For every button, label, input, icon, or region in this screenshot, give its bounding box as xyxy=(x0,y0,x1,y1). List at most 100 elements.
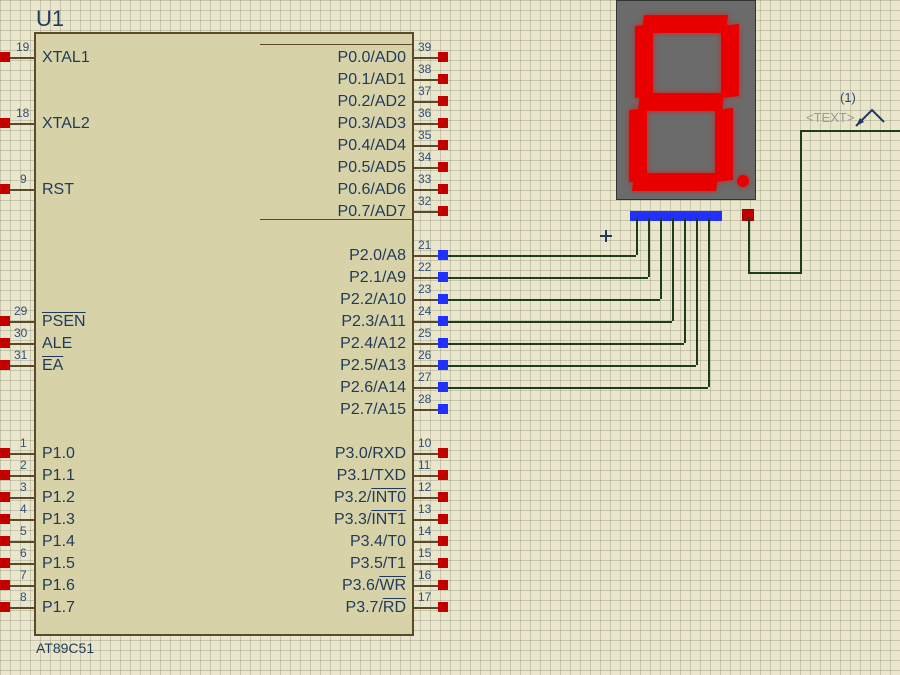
pin-label: P1.0 xyxy=(42,446,75,462)
pin-label: P0.2/AD2 xyxy=(246,94,406,110)
pin-label: P1.1 xyxy=(42,468,75,484)
wire xyxy=(448,343,684,345)
pin-num: 22 xyxy=(418,260,431,274)
pin-pad[interactable] xyxy=(438,448,448,458)
pin-label: P1.4 xyxy=(42,534,75,550)
pin-pad[interactable] xyxy=(0,580,10,590)
pin-pad[interactable] xyxy=(438,514,448,524)
pin-num: 3 xyxy=(20,480,27,494)
segment-dp xyxy=(737,175,749,187)
pin-pad[interactable] xyxy=(438,404,448,414)
probe-number: (1) xyxy=(840,90,856,105)
pin-pad[interactable] xyxy=(438,140,448,150)
pin-pad[interactable] xyxy=(0,558,10,568)
pin-num: 30 xyxy=(14,326,27,340)
pin-label: P0.5/AD5 xyxy=(246,160,406,176)
pin-pad[interactable] xyxy=(438,118,448,128)
pin-label-psen: PSEN xyxy=(42,314,86,330)
pin-pad[interactable] xyxy=(0,338,10,348)
pin-label: P2.0/A8 xyxy=(246,248,406,264)
pin-pad[interactable] xyxy=(438,162,448,172)
pin-num: 14 xyxy=(418,524,431,538)
pin-label-xtal1: XTAL1 xyxy=(42,50,90,66)
origin-marker-icon xyxy=(600,230,612,242)
pin-num: 27 xyxy=(418,370,431,384)
pin-num: 8 xyxy=(20,590,27,604)
pin-pad[interactable] xyxy=(438,52,448,62)
pin-pad[interactable] xyxy=(438,96,448,106)
pin-pad[interactable] xyxy=(438,360,448,370)
pin-label-ea: EA xyxy=(42,358,63,374)
pin-pad[interactable] xyxy=(0,118,10,128)
pin-pad[interactable] xyxy=(0,52,10,62)
wire xyxy=(800,130,802,274)
pin-num: 2 xyxy=(20,458,27,472)
wire xyxy=(648,218,650,277)
pin-pad[interactable] xyxy=(0,492,10,502)
pin-num: 19 xyxy=(16,40,29,54)
pin-num: 16 xyxy=(418,568,431,582)
pin-label: P0.7/AD7 xyxy=(246,204,406,220)
wire xyxy=(748,272,802,274)
pin-num: 7 xyxy=(20,568,27,582)
pin-label: P3.7/RD xyxy=(246,600,406,616)
pin-pad[interactable] xyxy=(0,448,10,458)
pin-pad[interactable] xyxy=(438,580,448,590)
wire xyxy=(448,299,660,301)
pin-pad[interactable] xyxy=(0,360,10,370)
pin-label: P3.0/RXD xyxy=(246,446,406,462)
pin-pad[interactable] xyxy=(438,272,448,282)
component-ref: U1 xyxy=(36,6,64,32)
pin-pad[interactable] xyxy=(0,316,10,326)
pin-label: P2.4/A12 xyxy=(246,336,406,352)
wire xyxy=(708,218,710,387)
probe-icon[interactable] xyxy=(854,104,888,130)
pin-pad[interactable] xyxy=(438,470,448,480)
wire xyxy=(448,321,672,323)
pin-pad[interactable] xyxy=(0,514,10,524)
pin-num: 15 xyxy=(418,546,431,560)
pin-num: 18 xyxy=(16,106,29,120)
pin-num: 33 xyxy=(418,172,431,186)
pin-pad[interactable] xyxy=(438,74,448,84)
pin-num: 26 xyxy=(418,348,431,362)
pin-pad[interactable] xyxy=(0,602,10,612)
wire xyxy=(636,218,638,255)
pin-num: 36 xyxy=(418,106,431,120)
pin-num: 29 xyxy=(14,304,27,318)
pin-pad[interactable] xyxy=(438,558,448,568)
seven-segment-display[interactable] xyxy=(616,0,756,200)
pin-num: 37 xyxy=(418,84,431,98)
pin-num: 4 xyxy=(20,502,27,516)
pin-label: P2.1/A9 xyxy=(246,270,406,286)
pin-label: P1.2 xyxy=(42,490,75,506)
pin-pad[interactable] xyxy=(438,250,448,260)
wire xyxy=(448,255,636,257)
wire xyxy=(748,218,750,274)
pin-pad[interactable] xyxy=(438,206,448,216)
segment-g xyxy=(638,93,724,111)
segment-e xyxy=(629,108,647,182)
pin-label: P1.5 xyxy=(42,556,75,572)
pin-pad[interactable] xyxy=(438,492,448,502)
probe-text-placeholder: <TEXT> xyxy=(806,110,854,125)
pin-pad[interactable] xyxy=(0,536,10,546)
wire xyxy=(800,130,900,132)
pin-pad[interactable] xyxy=(438,382,448,392)
pin-pad[interactable] xyxy=(438,338,448,348)
pin-pad[interactable] xyxy=(438,316,448,326)
pin-pad[interactable] xyxy=(438,602,448,612)
pin-pad[interactable] xyxy=(438,294,448,304)
pin-num: 35 xyxy=(418,128,431,142)
segment-c xyxy=(715,108,733,182)
pin-pad[interactable] xyxy=(438,184,448,194)
pin-num: 28 xyxy=(418,392,431,406)
pin-pad[interactable] xyxy=(0,470,10,480)
pin-pad[interactable] xyxy=(0,184,10,194)
pin-label: P3.1/TXD xyxy=(246,468,406,484)
wire xyxy=(696,218,698,365)
pin-pad[interactable] xyxy=(438,536,448,546)
pin-label: P1.6 xyxy=(42,578,75,594)
pin-label: P2.2/A10 xyxy=(246,292,406,308)
pin-label: P3.4/T0 xyxy=(246,534,406,550)
